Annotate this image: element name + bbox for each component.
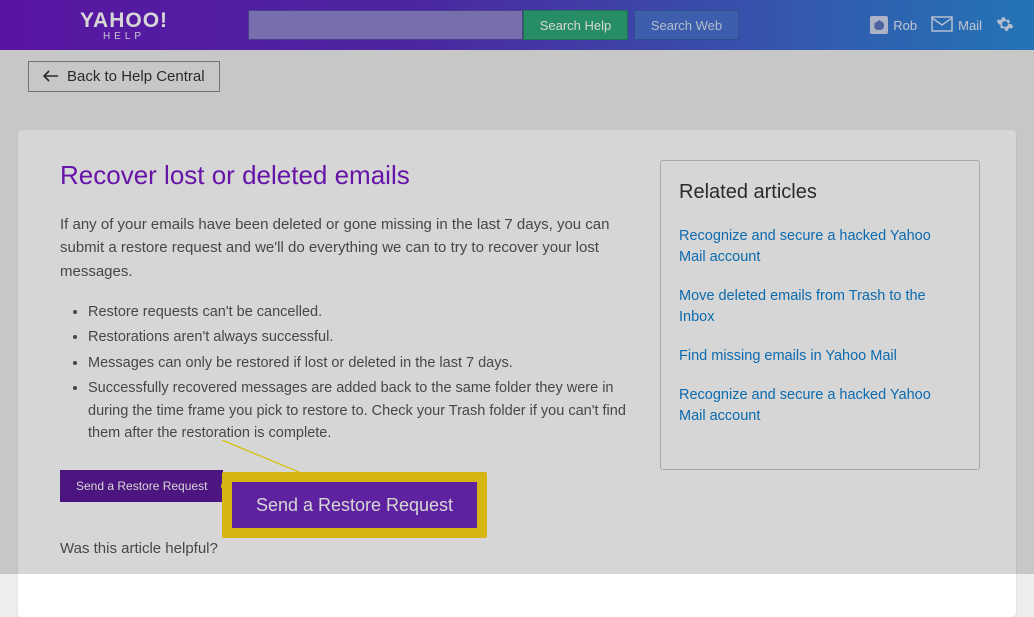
logo-subtext: HELP — [103, 31, 145, 42]
arrow-left-icon — [43, 70, 59, 82]
search-help-button[interactable]: Search Help — [523, 10, 628, 40]
related-link[interactable]: Recognize and secure a hacked Yahoo Mail… — [679, 385, 961, 427]
search-input[interactable] — [248, 10, 523, 40]
callout-button[interactable]: Send a Restore Request — [232, 482, 477, 528]
restore-btn-label: Send a Restore Request — [76, 479, 207, 493]
gear-icon[interactable] — [996, 15, 1014, 36]
back-label: Back to Help Central — [67, 68, 205, 85]
related-link[interactable]: Move deleted emails from Trash to the In… — [679, 286, 961, 328]
content-card: Recover lost or deleted emails If any of… — [18, 130, 1016, 617]
list-item: Restorations aren't always successful. — [88, 326, 630, 348]
list-item: Successfully recovered messages are adde… — [88, 377, 630, 444]
top-header: YAHOO! HELP Search Help Search Web Rob M… — [0, 0, 1034, 50]
callout-highlight: Send a Restore Request — [222, 472, 487, 538]
user-block: Rob Mail — [870, 15, 1014, 36]
list-item: Restore requests can't be cancelled. — [88, 301, 630, 323]
user-name: Rob — [893, 18, 917, 33]
article-bullets: Restore requests can't be cancelled. Res… — [60, 301, 630, 445]
sub-bar: Back to Help Central — [0, 50, 1034, 102]
mail-link[interactable]: Mail — [931, 16, 982, 35]
article-intro: If any of your emails have been deleted … — [60, 213, 630, 283]
search-web-button[interactable]: Search Web — [634, 10, 739, 40]
related-link[interactable]: Recognize and secure a hacked Yahoo Mail… — [679, 226, 961, 268]
logo[interactable]: YAHOO! HELP — [0, 9, 248, 42]
list-item: Messages can only be restored if lost or… — [88, 352, 630, 374]
profile-link[interactable]: Rob — [870, 16, 917, 34]
avatar-icon — [870, 16, 888, 34]
helpful-prompt: Was this article helpful? — [60, 540, 630, 557]
related-heading: Related articles — [679, 181, 961, 204]
page-title: Recover lost or deleted emails — [60, 160, 630, 191]
mail-icon — [931, 16, 953, 35]
back-button[interactable]: Back to Help Central — [28, 61, 220, 92]
logo-text: YAHOO! — [80, 9, 168, 33]
send-restore-request-button[interactable]: Send a Restore Request — [60, 470, 223, 502]
related-articles: Related articles Recognize and secure a … — [660, 160, 980, 470]
mail-label: Mail — [958, 18, 982, 33]
related-link[interactable]: Find missing emails in Yahoo Mail — [679, 346, 961, 367]
